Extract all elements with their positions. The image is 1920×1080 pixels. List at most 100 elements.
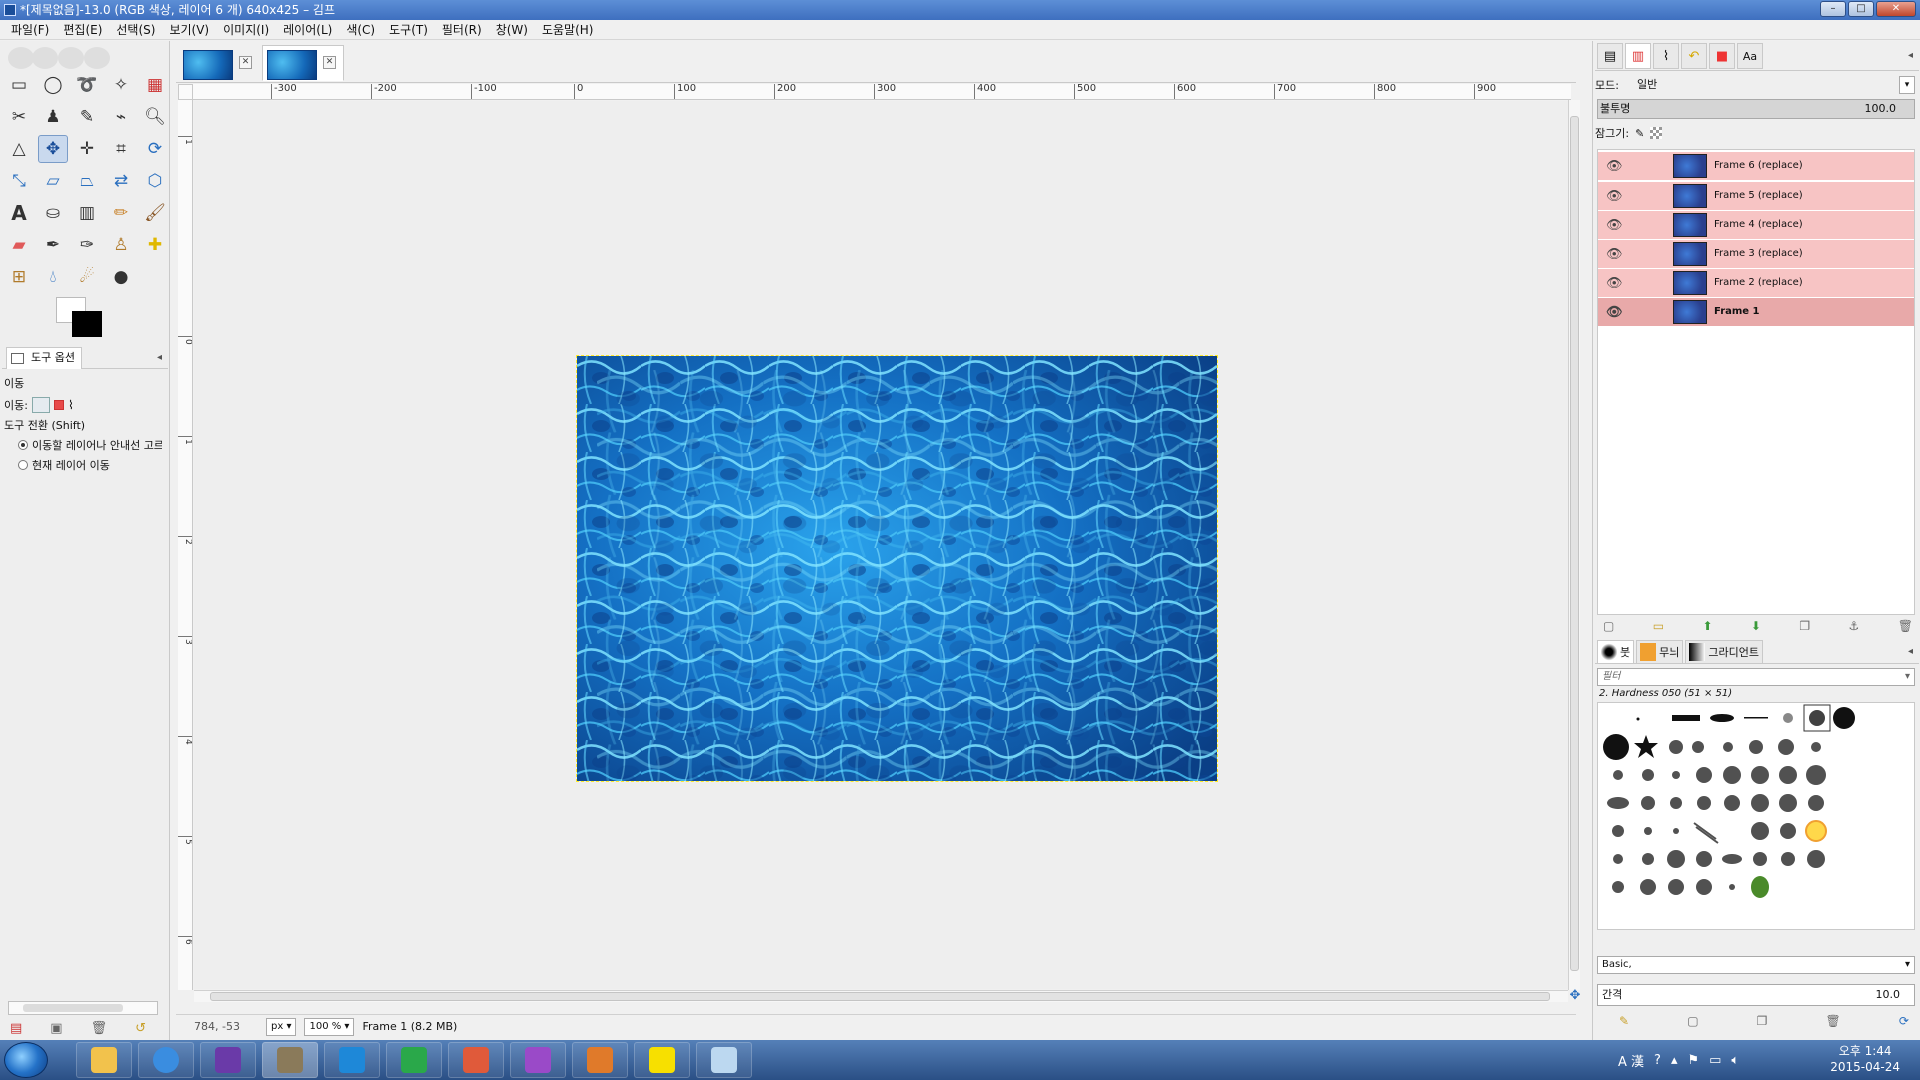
flip-icon[interactable]: ⇄ [106, 167, 136, 195]
layer-row[interactable]: 👁︎ Frame 6 (replace) [1598, 152, 1914, 180]
shear-icon[interactable]: ▱ [38, 167, 68, 195]
canvas-horizontal-scrollbar[interactable] [194, 990, 1568, 1002]
layer-row[interactable]: 👁︎ Frame 5 (replace) [1598, 182, 1914, 210]
clone-icon[interactable]: ♙ [106, 231, 136, 259]
ellipse-select-icon[interactable]: ◯ [38, 71, 68, 99]
tool-options-tab-header[interactable]: 도구 옵션 [6, 347, 82, 369]
move-path-mode-icon[interactable]: ⌇ [68, 398, 74, 412]
menu-image[interactable]: 이미지(I) [216, 21, 276, 38]
menu-edit[interactable]: 편집(E) [56, 21, 109, 38]
menu-view[interactable]: 보기(V) [162, 21, 216, 38]
refresh-brushes-icon[interactable]: ⟳ [1899, 1014, 1909, 1028]
fg-bg-color-swatch[interactable] [56, 297, 116, 343]
move-selection-mode-button[interactable] [53, 400, 64, 410]
fuzzy-select-icon[interactable]: ✧ [106, 71, 136, 99]
smudge-icon[interactable]: ☄ [72, 263, 102, 291]
tool-options-scrollbar[interactable] [8, 1001, 158, 1015]
delete-options-icon[interactable]: 🗑︎ [91, 1021, 108, 1036]
paths-icon[interactable]: ✎ [72, 103, 102, 131]
maximize-button[interactable]: □ [1848, 1, 1874, 17]
collapse-icon[interactable]: ◂ [157, 352, 162, 363]
rect-select-icon[interactable]: ▭ [4, 71, 34, 99]
tool-options-tab[interactable]: 도구 옵션 ◂ [2, 347, 168, 369]
image-tab-1[interactable]: ✕ [178, 45, 260, 81]
menu-filters[interactable]: 필터(R) [435, 21, 489, 38]
rotate-icon[interactable]: ⟳ [140, 135, 170, 163]
tab-brushes[interactable]: 붓 [1597, 640, 1635, 664]
eraser-icon[interactable]: ▰ [4, 231, 34, 259]
image-tab-2[interactable]: ✕ [262, 45, 344, 81]
blend-icon[interactable]: ▥ [72, 199, 102, 227]
close-tab-icon[interactable]: ✕ [323, 56, 336, 69]
taskbar-ibooks[interactable] [572, 1042, 628, 1078]
chevron-down-icon[interactable]: ▾ [1905, 669, 1910, 685]
clock[interactable]: 오후 1:44 2015-04-24 [1830, 1043, 1900, 1075]
taskbar-file-explorer[interactable] [76, 1042, 132, 1078]
free-select-icon[interactable]: ➰ [72, 71, 102, 99]
new-brush-icon[interactable]: ▢ [1687, 1014, 1698, 1028]
heal-icon[interactable]: ✚ [140, 231, 170, 259]
visibility-eye-icon[interactable]: 👁︎ [1606, 276, 1623, 291]
text-tool-icon[interactable]: A [4, 199, 34, 227]
unit-select[interactable]: px ▾ [266, 1017, 297, 1036]
volume-icon[interactable]: 🔈︎ [1731, 1053, 1739, 1068]
zoom-select[interactable]: 100 % ▾ [304, 1017, 355, 1036]
layer-row[interactable]: 👁︎ Frame 2 (replace) [1598, 269, 1914, 297]
airbrush-icon[interactable]: ✒ [38, 231, 68, 259]
new-layer-group-icon[interactable]: ▭ [1653, 619, 1664, 633]
start-button[interactable] [4, 1042, 48, 1078]
duplicate-brush-icon[interactable]: ❐ [1757, 1014, 1768, 1028]
brush-grid[interactable] [1597, 702, 1915, 930]
brush-filter-input[interactable]: 필터 ▾ [1597, 668, 1915, 686]
brush-preset-select[interactable]: Basic, ▾ [1597, 956, 1915, 974]
taskbar-hancom-show[interactable] [448, 1042, 504, 1078]
tab-fonts[interactable]: Aa [1737, 43, 1763, 69]
mode-select[interactable]: 일반 ▾ [1637, 76, 1915, 94]
color-select-icon[interactable]: ▦ [140, 71, 170, 99]
chevron-down-icon[interactable]: ▾ [1905, 957, 1910, 973]
background-color[interactable] [72, 311, 102, 337]
paintbrush-icon[interactable]: 🖌︎ [140, 199, 170, 227]
lower-layer-icon[interactable]: ⬇ [1751, 619, 1761, 633]
edit-brush-icon[interactable]: ✎ [1619, 1014, 1629, 1028]
reset-options-icon[interactable]: ↺ [135, 1021, 146, 1036]
horizontal-ruler[interactable]: -300 -200 -100 0 100 200 300 400 500 600… [193, 84, 1571, 100]
tab-gradients[interactable]: 그라디언트 [1685, 640, 1763, 664]
foreground-select-icon[interactable]: ♟ [38, 103, 68, 131]
close-tab-icon[interactable]: ✕ [239, 56, 252, 69]
delete-brush-icon[interactable]: 🗑︎ [1826, 1014, 1841, 1028]
tab-colors[interactable]: ■ [1709, 43, 1735, 69]
blur-sharpen-icon[interactable]: 💧︎ [38, 263, 68, 291]
chevron-down-icon[interactable]: ▾ [1899, 76, 1915, 94]
scissors-select-icon[interactable]: ✂ [4, 103, 34, 131]
visibility-eye-icon[interactable]: 👁︎ [1606, 305, 1623, 320]
dodge-burn-icon[interactable]: ● [106, 263, 136, 291]
taskbar-onenote[interactable] [510, 1042, 566, 1078]
duplicate-layer-icon[interactable]: ❐ [1799, 619, 1810, 633]
image-canvas[interactable] [576, 355, 1218, 782]
visibility-eye-icon[interactable]: 👁︎ [1606, 159, 1623, 174]
menu-file[interactable]: 파일(F) [4, 21, 56, 38]
menu-help[interactable]: 도움말(H) [535, 21, 601, 38]
pencil-icon[interactable]: ✏ [106, 199, 136, 227]
menu-layer[interactable]: 레이어(L) [276, 21, 339, 38]
layer-row[interactable]: 👁︎ Frame 3 (replace) [1598, 240, 1914, 268]
menu-select[interactable]: 선택(S) [109, 21, 162, 38]
anchor-layer-icon[interactable]: ⚓︎ [1849, 619, 1860, 633]
restore-options-icon[interactable]: ▣ [50, 1021, 62, 1036]
tray-expand-icon[interactable]: ▴ [1671, 1053, 1678, 1068]
move-active-layer-radio[interactable] [18, 460, 28, 470]
canvas-background[interactable] [194, 101, 1568, 989]
visibility-eye-icon[interactable]: 👁︎ [1606, 218, 1623, 233]
minimize-button[interactable]: – [1820, 1, 1846, 17]
perspective-icon[interactable]: ⏢ [72, 167, 102, 195]
scale-icon[interactable]: ⤡ [4, 167, 34, 195]
taskbar-internet-explorer[interactable] [138, 1042, 194, 1078]
visibility-eye-icon[interactable]: 👁︎ [1606, 189, 1623, 204]
perspective-clone-icon[interactable]: ⊞ [4, 263, 34, 291]
move-tool-icon[interactable]: ✥ [38, 135, 68, 163]
taskbar-hancom-word[interactable] [324, 1042, 380, 1078]
close-button[interactable]: ✕ [1876, 1, 1916, 17]
lock-pixels-icon[interactable]: ✎ [1635, 127, 1644, 140]
cage-transform-icon[interactable]: ⬡ [140, 167, 170, 195]
